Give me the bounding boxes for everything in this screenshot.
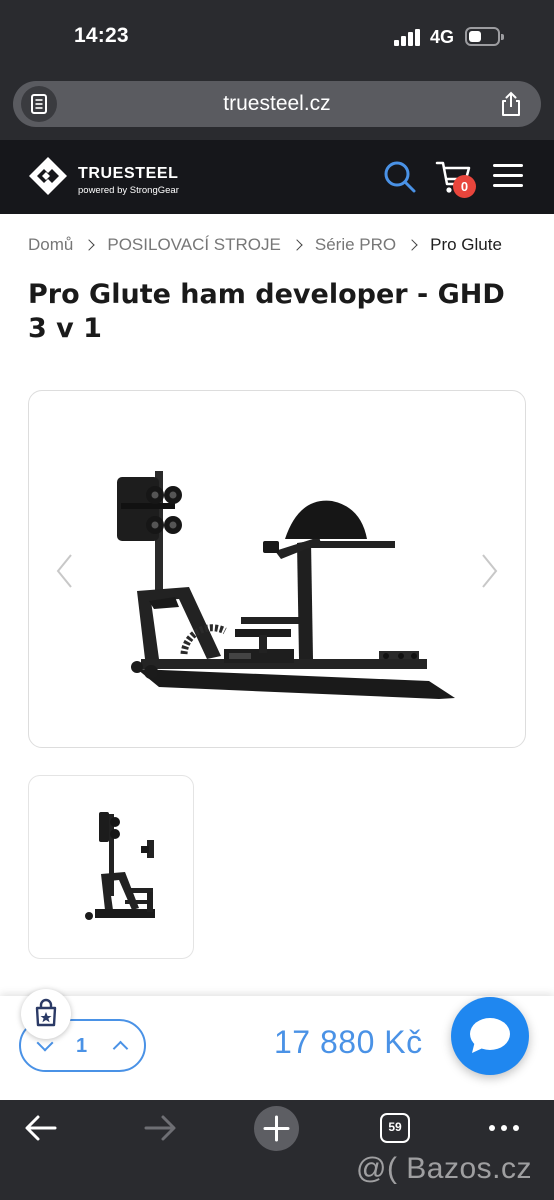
tabs-count: 59	[388, 1120, 402, 1134]
product-image-gallery[interactable]	[28, 390, 526, 748]
product-thumbnail[interactable]	[28, 775, 194, 959]
product-title: Pro Glute ham developer - GHD 3 v 1	[28, 279, 505, 344]
chevron-up-icon[interactable]	[112, 1040, 129, 1057]
screen: 14:23 4G truesteel.cz TRUESTEEL powered …	[0, 0, 554, 1200]
breadcrumb-item-current: Pro Glute	[430, 234, 502, 254]
chevron-right-icon	[83, 238, 96, 251]
cellular-signal-icon	[394, 29, 420, 46]
url-text[interactable]: truesteel.cz	[13, 92, 541, 116]
brand-tagline: powered by StrongGear	[78, 185, 179, 196]
cart-count-badge: 0	[453, 175, 476, 198]
address-bar[interactable]: truesteel.cz	[13, 81, 541, 127]
battery-icon	[465, 27, 504, 46]
network-type: 4G	[430, 27, 455, 47]
brand-name[interactable]: TRUESTEEL	[78, 165, 179, 183]
search-icon[interactable]	[383, 160, 417, 194]
new-tab-button[interactable]	[254, 1106, 299, 1151]
chat-button[interactable]	[451, 997, 529, 1075]
tabs-button[interactable]: 59	[380, 1113, 410, 1143]
breadcrumb-item-series[interactable]: Série PRO	[315, 235, 396, 255]
chevron-right-icon	[406, 238, 418, 251]
bag-star-icon	[35, 998, 57, 1027]
browser-top-chrome: 14:23 4G truesteel.cz	[0, 0, 554, 140]
wishlist-button[interactable]	[21, 989, 71, 1039]
share-icon[interactable]	[497, 90, 525, 118]
product-image	[117, 471, 455, 699]
hamburger-menu-icon[interactable]	[493, 164, 523, 188]
product-price: 17 880 Kč	[274, 1024, 423, 1060]
arrow-right-icon[interactable]	[140, 1108, 180, 1148]
more-icon[interactable]	[484, 1108, 524, 1148]
plus-icon	[263, 1115, 290, 1142]
watermark: @( Bazos.cz	[356, 1152, 532, 1185]
chevron-right-icon	[291, 238, 303, 251]
breadcrumb: Domů POSILOVACÍ STROJE Série PRO Pro Glute	[28, 234, 554, 256]
chat-bubble-icon	[470, 1018, 510, 1053]
breadcrumb-item-category[interactable]: POSILOVACÍ STROJE	[107, 235, 281, 255]
quantity-value[interactable]: 1	[76, 1035, 87, 1058]
breadcrumb-item-home[interactable]: Domů	[28, 235, 73, 255]
truesteel-logo-icon[interactable]	[28, 156, 68, 196]
status-time: 14:23	[74, 24, 129, 47]
arrow-left-icon[interactable]	[21, 1108, 61, 1148]
